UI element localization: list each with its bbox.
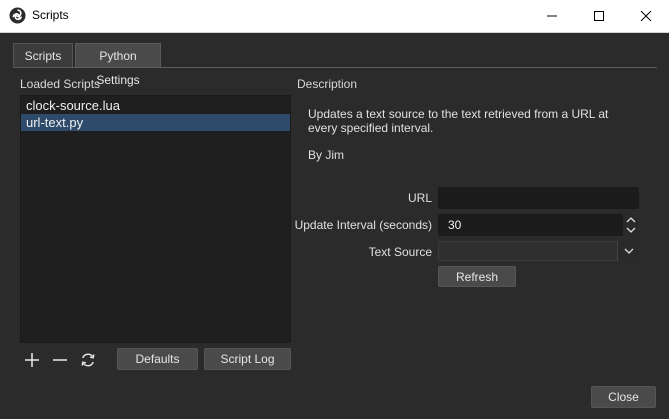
maximize-button[interactable]	[576, 0, 622, 32]
minimize-icon	[547, 15, 557, 17]
refresh-button[interactable]: Refresh	[438, 266, 516, 287]
update-interval-label: Update Interval (seconds)	[294, 218, 432, 232]
interval-stepper[interactable]	[623, 214, 639, 236]
tab-divider	[13, 67, 657, 68]
add-script-button[interactable]	[22, 350, 42, 370]
loaded-scripts-label: Loaded Scripts	[20, 77, 101, 91]
close-window-button[interactable]	[623, 0, 669, 32]
title-bar: Scripts	[0, 0, 669, 33]
tab-scripts[interactable]: Scripts	[13, 43, 73, 67]
text-source-label: Text Source	[368, 245, 432, 259]
plus-icon	[25, 353, 39, 367]
url-input[interactable]	[438, 187, 639, 209]
text-source-select[interactable]	[438, 241, 639, 261]
minus-icon	[53, 359, 67, 361]
update-interval-spinbox[interactable]: 30	[438, 214, 623, 236]
close-icon	[640, 10, 652, 22]
script-author: By Jim	[308, 148, 344, 162]
reload-script-button[interactable]	[78, 350, 98, 370]
text-source-dropdown-button[interactable]	[617, 241, 639, 261]
refresh-icon	[81, 353, 95, 367]
description-label: Description	[297, 77, 358, 91]
list-item-selected[interactable]: url-text.py	[21, 114, 290, 131]
script-log-button[interactable]: Script Log	[204, 348, 291, 370]
chevron-down-icon	[624, 248, 633, 254]
defaults-button[interactable]: Defaults	[117, 348, 198, 370]
script-description: Updates a text source to the text retrie…	[308, 107, 609, 135]
obs-logo-icon	[9, 7, 26, 24]
minimize-button[interactable]	[529, 0, 575, 32]
url-label: URL	[407, 191, 432, 205]
tab-python-settings[interactable]: Python Settings	[75, 43, 161, 87]
list-item[interactable]: clock-source.lua	[21, 97, 290, 114]
close-button[interactable]: Close	[591, 386, 656, 408]
remove-script-button[interactable]	[50, 350, 70, 370]
maximize-icon	[594, 11, 604, 21]
window-title: Scripts	[32, 8, 69, 22]
